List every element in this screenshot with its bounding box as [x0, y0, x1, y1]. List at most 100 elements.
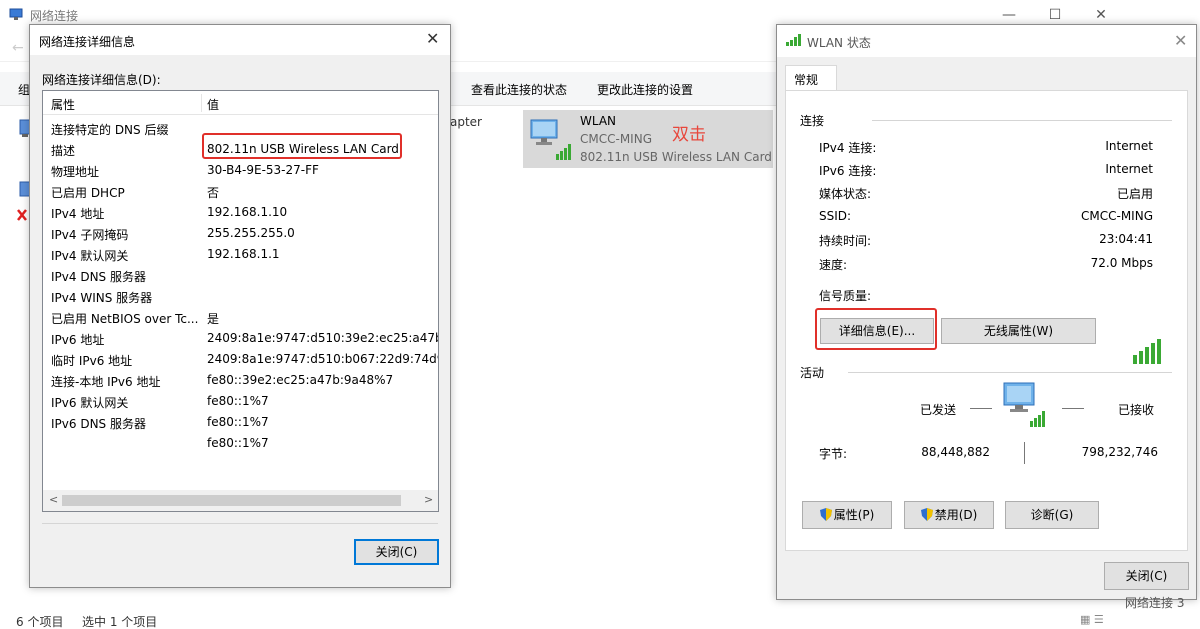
- detail-property: IPv4 WINS 服务器: [51, 291, 153, 305]
- table-row[interactable]: 已启用 NetBIOS over Tc... 是: [43, 307, 438, 328]
- scrollbar-thumb[interactable]: [62, 495, 401, 506]
- detail-value: 是: [207, 312, 220, 326]
- connection-row-label: 媒体状态:: [819, 187, 872, 201]
- detail-value: 192.168.1.1: [207, 247, 280, 261]
- detail-property: IPv6 默认网关: [51, 396, 129, 410]
- network-folder-icon: [9, 8, 23, 20]
- connection-row-label: 持续时间:: [819, 234, 872, 248]
- double-click-annotation: 双击: [672, 125, 706, 145]
- wlan-dialog-title: WLAN 状态: [807, 36, 871, 50]
- minimize-button[interactable]: —: [986, 4, 1032, 26]
- wlan-tile-description: 802.11n USB Wireless LAN Card: [580, 150, 772, 164]
- table-row[interactable]: 已启用 DHCP 否: [43, 181, 438, 202]
- table-row[interactable]: IPv4 默认网关 192.168.1.1: [43, 244, 438, 265]
- bytes-sent-value: 88,448,882: [921, 445, 990, 459]
- detail-value: 2409:8a1e:9747:d510:b067:22d9:74d9:2: [207, 352, 438, 366]
- wlan-close-button[interactable]: 关闭(C): [1104, 562, 1189, 590]
- connection-row-value: Internet: [1105, 162, 1153, 176]
- view-toggle-icon[interactable]: ▦ ☰: [1080, 613, 1104, 626]
- detail-property: IPv4 DNS 服务器: [51, 270, 146, 284]
- description-highlight-box: [202, 133, 402, 159]
- detail-value: fe80::39e2:ec25:a47b:9a48%7: [207, 373, 394, 387]
- received-connector-line: [1062, 408, 1084, 409]
- bytes-label: 字节:: [819, 447, 848, 461]
- table-row[interactable]: IPv6 默认网关 fe80::1%7: [43, 391, 438, 412]
- connection-row-label: IPv4 连接:: [819, 141, 877, 155]
- detail-value: 255.255.255.0: [207, 226, 295, 240]
- connection-row-value: CMCC-MING: [1081, 209, 1153, 223]
- wlan-tile-name: WLAN: [580, 114, 617, 128]
- adapter-label-fragment[interactable]: apter: [450, 115, 482, 129]
- detail-property: 已启用 DHCP: [51, 186, 125, 200]
- wlan-adapter-tile[interactable]: WLAN CMCC-MING 802.11n USB Wireless LAN …: [523, 110, 773, 168]
- uac-shield-icon: [819, 508, 832, 521]
- connection-row-value: 72.0 Mbps: [1090, 256, 1153, 270]
- column-header-property[interactable]: 属性: [51, 96, 75, 113]
- scroll-right-icon[interactable]: >: [424, 493, 433, 506]
- received-label: 已接收: [1118, 403, 1155, 417]
- connection-row-value: 已启用: [1116, 187, 1153, 201]
- table-row[interactable]: IPv4 地址 192.168.1.10: [43, 202, 438, 223]
- bytes-separator: [1024, 442, 1025, 464]
- table-row[interactable]: IPv6 地址 2409:8a1e:9747:d510:39e2:ec25:a47…: [43, 328, 438, 349]
- connection-row-label: 速度:: [819, 258, 848, 272]
- maximize-button[interactable]: ☐: [1032, 4, 1078, 26]
- table-row[interactable]: 连接-本地 IPv6 地址 fe80::39e2:ec25:a47b:9a48%7: [43, 370, 438, 391]
- section-divider: [872, 120, 1172, 121]
- bytes-received-value: 798,232,746: [1081, 445, 1158, 459]
- change-settings-command[interactable]: 更改此连接的设置: [597, 81, 693, 98]
- horizontal-scrollbar[interactable]: < >: [43, 490, 438, 511]
- scroll-left-icon[interactable]: <: [49, 493, 58, 506]
- detail-property: 描述: [51, 144, 76, 158]
- detail-property: IPv4 子网掩码: [51, 228, 129, 242]
- uac-shield-icon: [920, 508, 933, 521]
- column-divider[interactable]: [201, 94, 202, 112]
- details-close-icon[interactable]: ✕: [426, 29, 439, 48]
- connection-row-value: 23:04:41: [1099, 232, 1153, 246]
- tab-general[interactable]: 常规: [785, 65, 837, 91]
- detail-property: IPv4 默认网关: [51, 249, 129, 263]
- back-arrow-icon[interactable]: ←: [12, 40, 24, 56]
- detail-value: fe80::1%7: [207, 415, 269, 429]
- connection-row-value: Internet: [1105, 139, 1153, 153]
- table-row[interactable]: IPv4 WINS 服务器: [43, 286, 438, 307]
- sent-label: 已发送: [920, 403, 957, 417]
- table-row[interactable]: IPv4 DNS 服务器: [43, 265, 438, 286]
- disconnected-adapter-icon[interactable]: [16, 180, 30, 224]
- connection-row-label: SSID:: [819, 209, 852, 223]
- table-row[interactable]: 临时 IPv6 地址 2409:8a1e:9747:d510:b067:22d9:…: [43, 349, 438, 370]
- explorer-close-button[interactable]: ✕: [1078, 4, 1124, 26]
- disable-button-label: 禁用(D): [934, 508, 978, 522]
- wireless-network-icon: [530, 119, 571, 160]
- activity-section-label: 活动: [800, 366, 825, 380]
- signal-quality-bars-icon: [1133, 339, 1161, 364]
- disable-button[interactable]: 禁用(D): [904, 501, 994, 529]
- partial-connection-label: 网络连接 3: [1125, 596, 1185, 610]
- detail-value: 2409:8a1e:9747:d510:39e2:ec25:a47b:9a: [207, 331, 438, 345]
- detail-property: IPv4 地址: [51, 207, 105, 221]
- ethernet-adapter-icon[interactable]: [16, 118, 30, 144]
- detail-value: 30-B4-9E-53-27-FF: [207, 163, 319, 177]
- diagnose-button[interactable]: 诊断(G): [1005, 501, 1099, 529]
- explorer-title: 网络连接: [30, 9, 79, 23]
- wlan-close-icon[interactable]: ✕: [1174, 31, 1187, 50]
- detail-property: 已启用 NetBIOS over Tc...: [51, 312, 199, 326]
- connection-row-label: IPv6 连接:: [819, 164, 877, 178]
- table-row[interactable]: IPv6 DNS 服务器 fe80::1%7: [43, 412, 438, 433]
- properties-button-label: 属性(P): [833, 508, 875, 522]
- table-row[interactable]: IPv4 子网掩码 255.255.255.0: [43, 223, 438, 244]
- view-status-command[interactable]: 查看此连接的状态: [471, 81, 567, 98]
- details-divider: [42, 523, 438, 524]
- details-button-highlight-box: [815, 308, 937, 350]
- detail-value: 192.168.1.10: [207, 205, 288, 219]
- table-row[interactable]: 物理地址 30-B4-9E-53-27-FF: [43, 160, 438, 181]
- wireless-properties-button[interactable]: 无线属性(W): [941, 318, 1096, 344]
- details-close-button[interactable]: 关闭(C): [354, 539, 439, 565]
- detail-property: 连接特定的 DNS 后缀: [51, 123, 169, 137]
- selected-count: 选中 1 个项目: [82, 615, 158, 629]
- column-header-value[interactable]: 值: [207, 96, 219, 113]
- details-dialog-title: 网络连接详细信息: [39, 35, 136, 49]
- properties-button[interactable]: 属性(P): [802, 501, 892, 529]
- table-row[interactable]: fe80::1%7: [43, 433, 438, 454]
- details-list-header: 属性 值: [43, 91, 438, 115]
